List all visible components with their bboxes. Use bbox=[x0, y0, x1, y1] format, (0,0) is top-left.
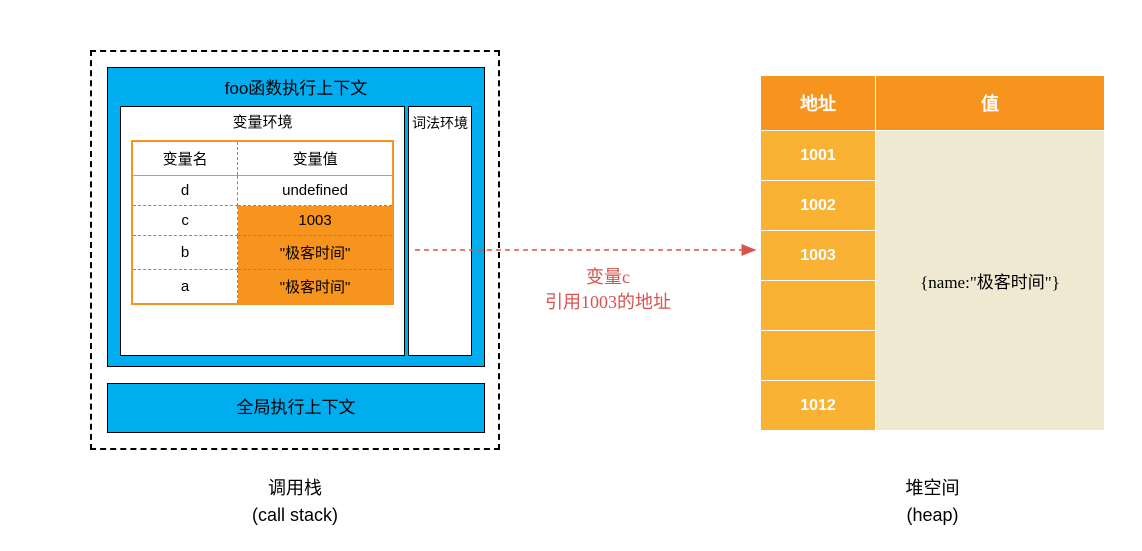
reference-arrow-label: 变量c 引用1003的地址 bbox=[545, 265, 671, 315]
var-name: d bbox=[132, 176, 238, 206]
variable-environment-box: 变量环境 变量名 变量值 d undefined c 1003 bbox=[120, 106, 405, 356]
variable-environment-title: 变量环境 bbox=[121, 107, 404, 136]
call-stack-caption-en: (call stack) bbox=[252, 505, 338, 525]
global-context-title: 全局执行上下文 bbox=[237, 398, 356, 417]
table-row: a "极客时间" bbox=[132, 270, 393, 305]
call-stack-caption: 调用栈 (call stack) bbox=[90, 475, 500, 529]
heap-table: 地址 值 1001 {name:"极客时间"} 1002 1003 1012 bbox=[760, 75, 1105, 431]
foo-execution-context: foo函数执行上下文 变量环境 变量名 变量值 d undefined c 10… bbox=[107, 67, 485, 367]
table-row: c 1003 bbox=[132, 206, 393, 236]
heap-value-header: 值 bbox=[876, 76, 1105, 131]
lexical-environment-title: 词法环境 bbox=[412, 115, 468, 131]
arrow-text-line1: 变量c bbox=[586, 267, 630, 287]
arrow-text-line2: 引用1003的地址 bbox=[545, 292, 671, 312]
call-stack-panel: foo函数执行上下文 变量环境 变量名 变量值 d undefined c 10… bbox=[90, 50, 500, 450]
var-value: undefined bbox=[238, 176, 393, 206]
heap-addr: 1002 bbox=[761, 181, 876, 231]
var-value-highlighted: 1003 bbox=[238, 206, 393, 236]
var-name: b bbox=[132, 236, 238, 270]
heap-addr: 1012 bbox=[761, 381, 876, 431]
heap-value-cell: {name:"极客时间"} bbox=[876, 131, 1105, 431]
lexical-environment-box: 词法环境 bbox=[408, 106, 472, 356]
heap-addr: 1003 bbox=[761, 231, 876, 281]
heap-addr: 1001 bbox=[761, 131, 876, 181]
heap-caption-zh: 堆空间 bbox=[906, 478, 960, 498]
heap-addr bbox=[761, 331, 876, 381]
var-value-highlighted: "极客时间" bbox=[238, 270, 393, 305]
heap-addr-header: 地址 bbox=[761, 76, 876, 131]
global-execution-context: 全局执行上下文 bbox=[107, 383, 485, 433]
call-stack-caption-zh: 调用栈 bbox=[268, 478, 322, 498]
var-name: a bbox=[132, 270, 238, 305]
heap-row: 1001 {name:"极客时间"} bbox=[761, 131, 1105, 181]
table-row: b "极客时间" bbox=[132, 236, 393, 270]
heap-caption: 堆空间 (heap) bbox=[760, 475, 1105, 529]
variable-value-header: 变量值 bbox=[238, 141, 393, 176]
variable-name-header: 变量名 bbox=[132, 141, 238, 176]
table-row: d undefined bbox=[132, 176, 393, 206]
heap-header-row: 地址 值 bbox=[761, 76, 1105, 131]
var-name: c bbox=[132, 206, 238, 236]
foo-context-title: foo函数执行上下文 bbox=[108, 68, 484, 105]
variable-table-header-row: 变量名 变量值 bbox=[132, 141, 393, 176]
heap-caption-en: (heap) bbox=[906, 505, 958, 525]
var-value-highlighted: "极客时间" bbox=[238, 236, 393, 270]
variable-table: 变量名 变量值 d undefined c 1003 b "极客时间" bbox=[131, 140, 394, 305]
heap-addr bbox=[761, 281, 876, 331]
